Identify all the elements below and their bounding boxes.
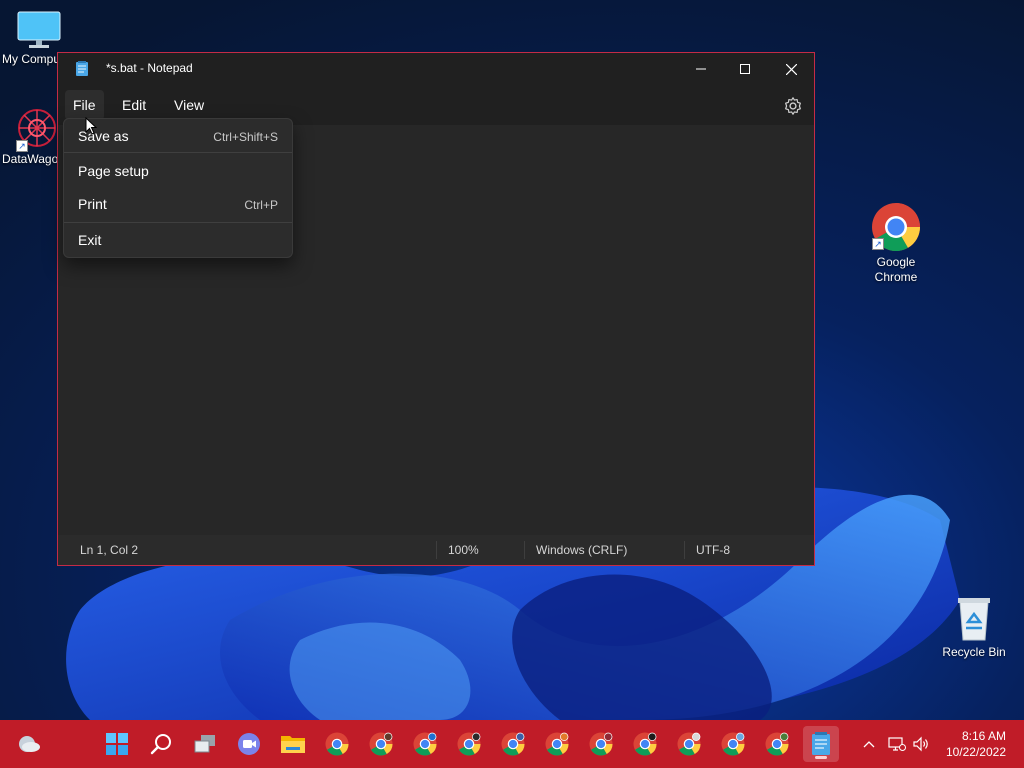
widgets-button[interactable] xyxy=(11,726,47,762)
menu-item-label: Page setup xyxy=(78,163,149,179)
notepad-app-icon xyxy=(76,61,88,76)
status-divider xyxy=(436,541,437,559)
recycle-bin-icon xyxy=(958,598,990,641)
chrome-taskbar-button[interactable] xyxy=(759,726,795,762)
task-view-button[interactable] xyxy=(187,726,223,762)
speaker-icon xyxy=(913,736,928,752)
windows-start-icon xyxy=(106,733,128,755)
chrome-taskbar-button[interactable] xyxy=(583,726,619,762)
menu-item-shortcut: Ctrl+P xyxy=(244,198,278,212)
menu-item-save-as[interactable]: Save as Ctrl+Shift+S xyxy=(64,121,292,151)
chevron-up-icon xyxy=(863,741,875,748)
menu-edit[interactable]: Edit xyxy=(114,90,154,120)
close-icon xyxy=(785,63,797,75)
chrome-profile-icon xyxy=(545,732,569,756)
desktop-icon-label: Recycle Bin xyxy=(942,645,1006,659)
chrome-taskbar-button[interactable] xyxy=(451,726,487,762)
network-button[interactable] xyxy=(885,732,909,756)
start-button[interactable] xyxy=(99,726,135,762)
mouse-cursor-icon xyxy=(85,117,97,135)
file-dropdown-menu: Save as Ctrl+Shift+S Page setup Print Ct… xyxy=(63,118,293,258)
weather-widget-icon xyxy=(19,736,40,752)
taskbar-clock[interactable]: 8:16 AM 10/22/2022 xyxy=(946,728,1006,760)
shortcut-arrow-icon: ↗ xyxy=(872,238,884,250)
notepad-taskbar-button[interactable] xyxy=(803,726,839,762)
status-cursor-position: Ln 1, Col 2 xyxy=(80,543,139,557)
file-explorer-button[interactable] xyxy=(275,726,311,762)
monitor-icon xyxy=(17,11,61,48)
taskbar: 8:16 AM 10/22/2022 xyxy=(0,720,1024,768)
chrome-icon xyxy=(325,732,349,756)
maximize-icon xyxy=(740,64,750,74)
status-line-ending[interactable]: Windows (CRLF) xyxy=(536,535,627,565)
chrome-taskbar-button[interactable] xyxy=(539,726,575,762)
chrome-profile-icon xyxy=(413,732,437,756)
desktop-icon-recycle-bin[interactable]: Recycle Bin xyxy=(938,594,1010,660)
status-divider xyxy=(684,541,685,559)
minimize-icon xyxy=(696,68,706,70)
teams-chat-icon xyxy=(238,733,260,755)
minimize-button[interactable] xyxy=(678,53,724,85)
chrome-profile-icon xyxy=(721,732,745,756)
menu-view[interactable]: View xyxy=(166,90,212,120)
status-encoding[interactable]: UTF-8 xyxy=(696,535,730,565)
chrome-taskbar-button[interactable] xyxy=(319,726,355,762)
chrome-taskbar-button[interactable] xyxy=(715,726,751,762)
menu-item-label: Print xyxy=(78,196,107,212)
chrome-profile-icon xyxy=(589,732,613,756)
task-view-icon xyxy=(194,735,215,753)
clock-date: 10/22/2022 xyxy=(945,745,1006,759)
status-zoom[interactable]: 100% xyxy=(448,535,479,565)
search-icon xyxy=(150,734,171,755)
menu-item-shortcut: Ctrl+Shift+S xyxy=(213,130,278,144)
chrome-taskbar-button[interactable] xyxy=(495,726,531,762)
chrome-profile-icon xyxy=(677,732,701,756)
volume-button[interactable] xyxy=(909,732,933,756)
shortcut-arrow-icon: ↗ xyxy=(16,140,28,152)
notepad-icon xyxy=(812,732,830,755)
menu-separator xyxy=(64,152,292,153)
chrome-profile-icon xyxy=(633,732,657,756)
gear-icon[interactable] xyxy=(782,95,804,117)
chrome-profile-icon xyxy=(501,732,525,756)
title-bar[interactable]: *s.bat - Notepad xyxy=(58,53,814,85)
teams-chat-button[interactable] xyxy=(231,726,267,762)
active-app-indicator xyxy=(815,756,827,759)
status-divider xyxy=(524,541,525,559)
chrome-taskbar-button[interactable] xyxy=(671,726,707,762)
chrome-taskbar-button[interactable] xyxy=(363,726,399,762)
search-button[interactable] xyxy=(143,726,179,762)
menu-item-print[interactable]: Print Ctrl+P xyxy=(64,189,292,219)
clock-time: 8:16 AM xyxy=(961,729,1006,743)
chrome-taskbar-button[interactable] xyxy=(407,726,443,762)
chrome-taskbar-button[interactable] xyxy=(627,726,663,762)
menu-separator xyxy=(64,222,292,223)
menu-item-page-setup[interactable]: Page setup xyxy=(64,156,292,186)
folder-icon xyxy=(281,736,305,753)
status-bar: Ln 1, Col 2 100% Windows (CRLF) UTF-8 xyxy=(58,535,814,565)
chrome-profile-icon xyxy=(457,732,481,756)
chrome-profile-icon xyxy=(369,732,393,756)
menu-item-exit[interactable]: Exit xyxy=(64,225,292,255)
maximize-button[interactable] xyxy=(722,53,768,85)
desktop-icon-google-chrome[interactable]: ↗ Google Chrome xyxy=(860,202,932,285)
menu-item-label: Exit xyxy=(78,232,102,248)
close-button[interactable] xyxy=(768,53,814,85)
network-icon xyxy=(888,737,906,751)
show-hidden-icons-button[interactable] xyxy=(857,732,881,756)
menu-file[interactable]: File xyxy=(65,90,104,120)
chrome-profile-icon xyxy=(765,732,789,756)
window-title: *s.bat - Notepad xyxy=(106,61,193,75)
desktop-icon-label: Google Chrome xyxy=(874,255,918,284)
